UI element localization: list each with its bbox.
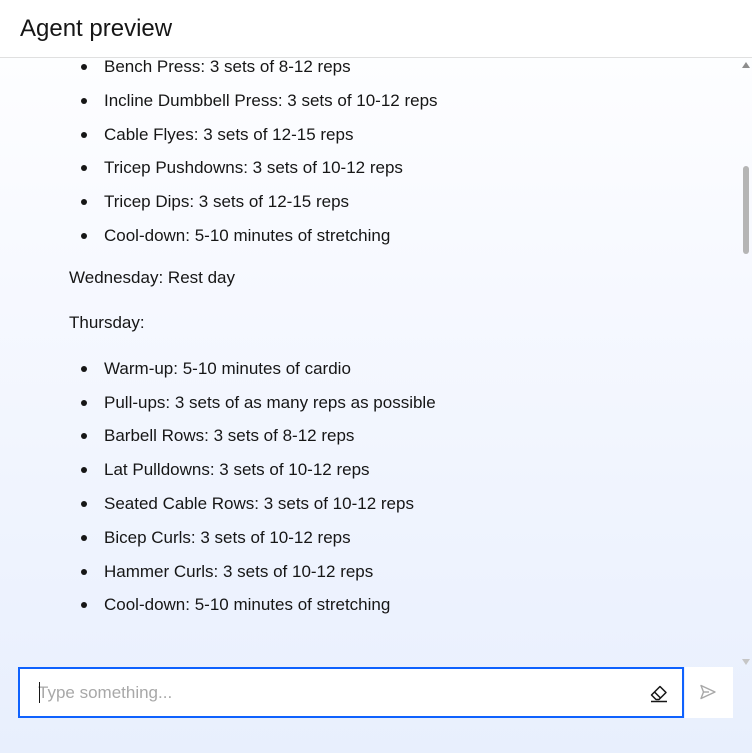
chat-input[interactable]	[38, 669, 628, 716]
send-icon	[700, 684, 716, 700]
list-item: Cable Flyes: 3 sets of 12-15 reps	[81, 125, 709, 145]
text-caret	[39, 682, 40, 703]
list-item: Cool-down: 5-10 minutes of stretching	[81, 595, 709, 615]
header: Agent preview	[0, 0, 752, 58]
vertical-scrollbar[interactable]	[740, 59, 752, 667]
exercise-list: Warm-up: 5-10 minutes of cardio Pull-ups…	[69, 359, 709, 616]
eraser-icon	[650, 685, 667, 703]
thursday-label: Thursday:	[69, 312, 145, 332]
list-item: Cool-down: 5-10 minutes of stretching	[81, 226, 709, 246]
scrollbar-thumb[interactable]	[743, 166, 749, 254]
list-item: Bench Press: 3 sets of 8-12 reps	[81, 59, 709, 77]
list-item: Pull-ups: 3 sets of as many reps as poss…	[81, 393, 709, 413]
list-item: Lat Pulldowns: 3 sets of 10-12 reps	[81, 460, 709, 480]
exercise-list: Bench Press: 3 sets of 8-12 reps Incline…	[69, 59, 709, 246]
list-item: Tricep Pushdowns: 3 sets of 10-12 reps	[81, 158, 709, 178]
chat-input-container	[18, 667, 684, 718]
scroll-down-arrow-icon[interactable]	[742, 659, 750, 665]
list-item: Hammer Curls: 3 sets of 10-12 reps	[81, 562, 709, 582]
list-item: Incline Dumbbell Press: 3 sets of 10-12 …	[81, 91, 709, 111]
chat-transcript[interactable]: Bench Press: 3 sets of 8-12 reps Incline…	[0, 59, 740, 661]
clear-input-button[interactable]	[648, 682, 670, 704]
scroll-up-arrow-icon[interactable]	[742, 62, 750, 68]
list-item: Seated Cable Rows: 3 sets of 10-12 reps	[81, 494, 709, 514]
list-item: Bicep Curls: 3 sets of 10-12 reps	[81, 528, 709, 548]
list-item: Barbell Rows: 3 sets of 8-12 reps	[81, 426, 709, 446]
list-item: Tricep Dips: 3 sets of 12-15 reps	[81, 192, 709, 212]
page-title: Agent preview	[20, 15, 173, 42]
wednesday-label: Wednesday: Rest day	[69, 267, 235, 287]
agent-message: Bench Press: 3 sets of 8-12 reps Incline…	[69, 59, 709, 629]
list-item: Warm-up: 5-10 minutes of cardio	[81, 359, 709, 379]
send-button[interactable]	[685, 667, 733, 718]
